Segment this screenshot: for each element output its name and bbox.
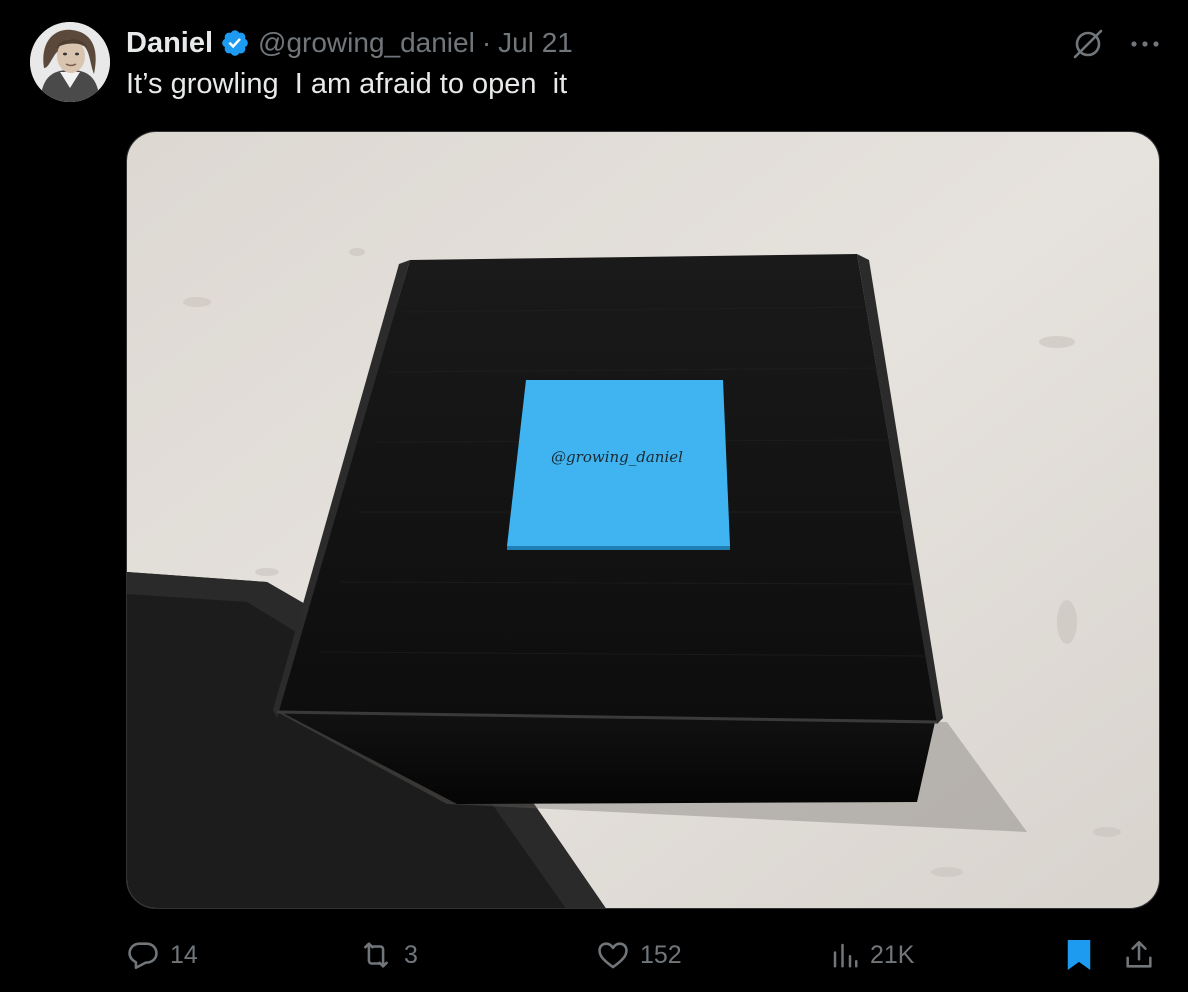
like-button[interactable]: 152 xyxy=(596,932,682,978)
engagement-bar: 14 3 152 21K xyxy=(126,932,1162,978)
tweet-date[interactable]: Jul 21 xyxy=(498,27,573,59)
reply-button[interactable]: 14 xyxy=(126,932,198,978)
heart-icon xyxy=(598,942,628,969)
share-button[interactable] xyxy=(1122,932,1156,978)
verified-badge-icon xyxy=(220,28,250,58)
repost-button[interactable]: 3 xyxy=(358,932,418,978)
avatar-image xyxy=(30,22,110,102)
grok-icon[interactable] xyxy=(1070,26,1106,62)
like-count: 152 xyxy=(640,940,682,969)
tweet-text: It’s growling I am afraid to open it xyxy=(126,68,568,100)
photo-black-box: @growing_daniel xyxy=(127,132,1159,908)
tweet: Daniel @growing_daniel · Jul 21 It’s gro… xyxy=(0,0,1188,992)
bookmark-icon xyxy=(1067,940,1091,970)
reply-count: 14 xyxy=(170,940,198,969)
views-button[interactable]: 21K xyxy=(830,932,914,978)
separator-dot: · xyxy=(481,27,492,58)
sticky-note-text: @growing_daniel xyxy=(551,448,683,466)
author-handle[interactable]: @growing_daniel xyxy=(258,27,475,59)
share-icon xyxy=(1126,940,1152,968)
repost-count: 3 xyxy=(404,940,418,969)
repost-icon xyxy=(364,942,388,968)
tweet-media-image[interactable]: @growing_daniel xyxy=(126,131,1160,909)
author-name[interactable]: Daniel xyxy=(126,27,213,60)
reply-icon xyxy=(128,942,158,970)
more-icon[interactable] xyxy=(1130,39,1160,49)
views-count: 21K xyxy=(870,940,915,969)
views-icon xyxy=(833,943,858,968)
bookmark-button[interactable] xyxy=(1064,932,1094,978)
top-actions xyxy=(1070,26,1160,62)
avatar[interactable] xyxy=(30,22,110,102)
tweet-header: Daniel @growing_daniel · Jul 21 xyxy=(126,24,573,62)
